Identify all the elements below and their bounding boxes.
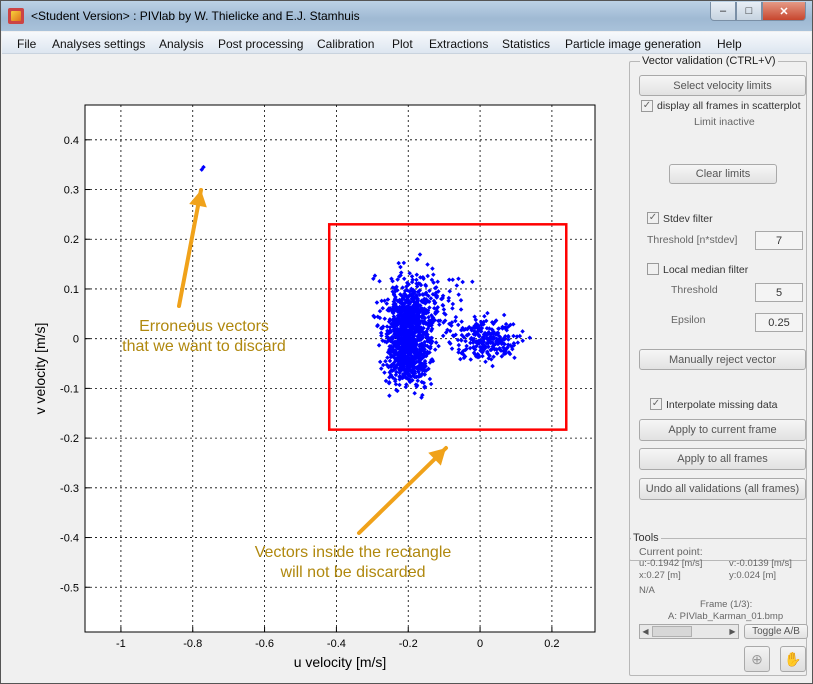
annotation-inside-line1: Vectors inside the rectangle <box>254 544 452 561</box>
minimize-button[interactable]: – <box>710 2 736 21</box>
display-all-frames-label: display all frames in scatterplot <box>657 100 801 112</box>
x-axis-label: u velocity [m/s] <box>294 654 387 670</box>
frame-slider[interactable]: ◀ ▶ <box>639 624 739 639</box>
menu-post-processing[interactable]: Post processing <box>218 37 303 51</box>
annotation-inside-line2: will not be discarded <box>280 564 426 581</box>
menu-particle-image-generation[interactable]: Particle image generation <box>565 37 701 51</box>
menu-extractions[interactable]: Extractions <box>429 37 488 51</box>
tools-title: Tools <box>631 532 661 544</box>
interpolate-missing-checkbox[interactable]: ✓ <box>650 398 662 410</box>
x-tick-label: 0.2 <box>544 638 559 650</box>
select-velocity-limits-button[interactable]: Select velocity limits <box>639 75 806 96</box>
apply-current-frame-button[interactable]: Apply to current frame <box>639 419 806 441</box>
annotation-erroneous-line2: that we want to discard <box>122 338 286 355</box>
local-median-filter-label: Local median filter <box>663 264 749 276</box>
y-tick-label: -0.5 <box>60 582 79 594</box>
menu-analyses-settings[interactable]: Analyses settings <box>52 37 145 51</box>
x-tick-label: -0.2 <box>399 638 418 650</box>
manually-reject-vector-button[interactable]: Manually reject vector <box>639 349 806 370</box>
tools-group: Tools Current point: u:-0.1942 [m/s] v:-… <box>629 532 808 676</box>
toggle-ab-button[interactable]: Toggle A/B <box>744 624 808 639</box>
y-tick-label: 0 <box>73 334 79 346</box>
menu-analysis[interactable]: Analysis <box>159 37 204 51</box>
y-readout: y:0.024 [m] <box>729 570 776 581</box>
y-tick-label: 0.3 <box>64 185 79 197</box>
y-tick-label: 0.1 <box>64 284 79 296</box>
v-readout: v:-0.0139 [m/s] <box>729 558 792 569</box>
plot-area: -1 -0.8 -0.6 -0.4 -0.2 0 0.2 0.4 0.3 0.2 0.1 0 -0.1 -… <box>9 58 623 677</box>
x-tick-label: 0 <box>477 638 483 650</box>
zoom-icon[interactable]: ⊕ <box>744 646 770 672</box>
y-tick-label: 0.4 <box>64 135 79 147</box>
side-panel: Vector validation (CTRL+V) Select veloci… <box>627 55 810 678</box>
x-tick-label: -1 <box>116 638 126 650</box>
app-window: <Student Version> : PIVlab by W. Thielic… <box>0 0 813 684</box>
maximize-button[interactable]: □ <box>736 2 762 21</box>
slider-right-arrow-icon[interactable]: ▶ <box>727 626 738 637</box>
y-axis-label: v velocity [m/s] <box>32 323 48 415</box>
y-tick-label: -0.2 <box>60 433 79 445</box>
close-button[interactable]: ✕ <box>762 2 806 21</box>
menu-statistics[interactable]: Statistics <box>502 37 550 51</box>
limit-status-label: Limit inactive <box>694 116 755 128</box>
window-controls: – □ ✕ <box>710 2 806 21</box>
frame-file-label: A: PIVlab_Karman_01.bmp <box>668 611 784 622</box>
clear-limits-button[interactable]: Clear limits <box>669 164 777 184</box>
u-readout: u:-0.1942 [m/s] <box>639 558 703 569</box>
stdev-threshold-input[interactable]: 7 <box>755 231 803 250</box>
y-tick-label: -0.4 <box>60 533 79 545</box>
matlab-app-icon <box>8 8 24 24</box>
y-tick-label: -0.3 <box>60 483 79 495</box>
annotation-erroneous: Erroneous vectors that we want to discar… <box>89 317 319 357</box>
menu-plot[interactable]: Plot <box>392 37 413 51</box>
annotation-inside: Vectors inside the rectangle will not be… <box>223 543 483 583</box>
na-label: N/A <box>639 585 655 596</box>
window-title: <Student Version> : PIVlab by W. Thielic… <box>31 9 360 23</box>
epsilon-input[interactable]: 0.25 <box>755 313 803 332</box>
y-tick-label: 0.2 <box>64 234 79 246</box>
stdev-filter-label: Stdev filter <box>663 213 713 225</box>
slider-thumb[interactable] <box>652 626 692 637</box>
x-tick-label: -0.6 <box>255 638 274 650</box>
stdev-threshold-label: Threshold [n*stdev] <box>647 234 738 246</box>
epsilon-label: Epsilon <box>671 314 706 326</box>
median-threshold-label: Threshold <box>671 284 718 296</box>
display-all-frames-checkbox[interactable]: ✓ <box>641 100 653 112</box>
menu-file[interactable]: File <box>17 37 36 51</box>
frame-label: Frame (1/3): <box>700 599 753 610</box>
vector-validation-title: Vector validation (CTRL+V) <box>640 55 778 67</box>
x-tick-label: -0.8 <box>183 638 202 650</box>
menu-help[interactable]: Help <box>717 37 742 51</box>
scatter-plot[interactable]: -1 -0.8 -0.6 -0.4 -0.2 0 0.2 0.4 0.3 0.2 0.1 0 -0.1 -… <box>9 58 623 677</box>
stdev-filter-checkbox[interactable]: ✓ <box>647 212 659 224</box>
x-tick-label: -0.4 <box>327 638 346 650</box>
pan-hand-icon[interactable]: ✋ <box>780 646 806 672</box>
current-point-label: Current point: <box>639 546 703 558</box>
title-bar[interactable]: <Student Version> : PIVlab by W. Thielic… <box>1 1 812 31</box>
apply-all-frames-button[interactable]: Apply to all frames <box>639 448 806 470</box>
slider-left-arrow-icon[interactable]: ◀ <box>640 626 651 637</box>
annotation-erroneous-line1: Erroneous vectors <box>139 318 269 335</box>
median-threshold-input[interactable]: 5 <box>755 283 803 302</box>
menu-calibration[interactable]: Calibration <box>317 37 374 51</box>
menu-bar: File Analyses settings Analysis Post pro… <box>2 32 811 54</box>
y-tick-label: -0.1 <box>60 383 79 395</box>
local-median-filter-checkbox[interactable] <box>647 263 659 275</box>
undo-all-validations-button[interactable]: Undo all validations (all frames) <box>639 478 806 500</box>
vector-validation-group: Vector validation (CTRL+V) Select veloci… <box>629 55 807 561</box>
interpolate-missing-label: Interpolate missing data <box>666 399 778 411</box>
x-readout: x:0.27 [m] <box>639 570 681 581</box>
